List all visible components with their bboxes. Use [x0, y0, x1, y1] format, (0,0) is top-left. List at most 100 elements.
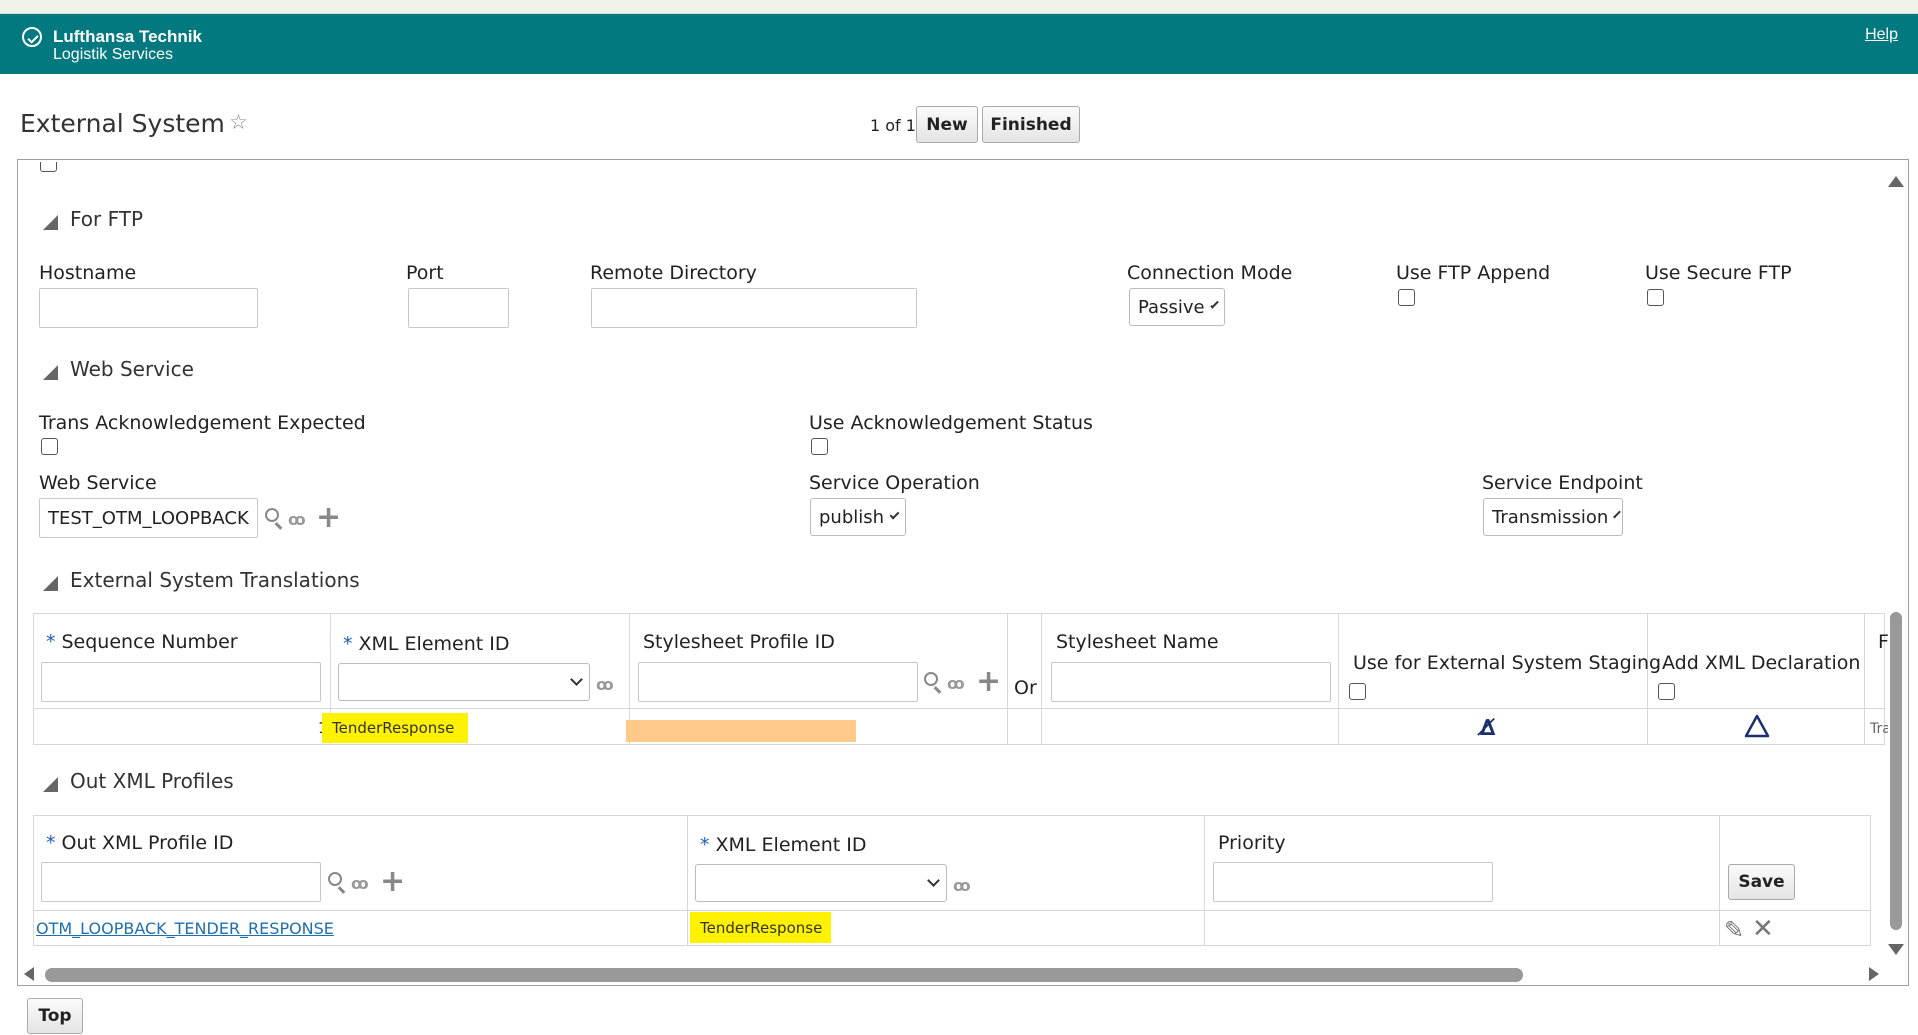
out-xml-profile-id-field[interactable]: [41, 862, 321, 902]
scroll-up-arrow-icon[interactable]: [1888, 176, 1904, 187]
use-ftp-append-label: Use FTP Append: [1396, 262, 1551, 284]
crane-logo-icon: [22, 27, 42, 47]
col-header-stylesheet-name: Stylesheet Name: [1056, 631, 1219, 653]
service-endpoint-label: Service Endpoint: [1482, 472, 1643, 494]
col-header-priority: Priority: [1218, 832, 1286, 854]
finished-button[interactable]: Finished: [982, 106, 1080, 143]
add-icon[interactable]: +: [976, 667, 1001, 697]
trans-ack-checkbox[interactable]: [41, 438, 58, 455]
row-out-xml-element-id: TenderResponse: [690, 912, 831, 943]
page-title: External System: [20, 109, 225, 138]
collapse-triangle-icon: [43, 364, 58, 380]
service-operation-select[interactable]: publish: [810, 498, 906, 536]
port-field[interactable]: [408, 288, 509, 328]
collapse-triangle-icon: [43, 575, 58, 591]
stylesheet-profile-field[interactable]: [638, 662, 918, 702]
col-header-sequence-number: * Sequence Number: [46, 631, 238, 653]
connection-mode-value: Passive: [1138, 296, 1205, 318]
col-header-xml-element-id: * XML Element ID: [700, 834, 867, 856]
favorite-star-icon[interactable]: ☆: [229, 110, 248, 134]
section-title: External System Translations: [70, 568, 360, 592]
section-for-ftp[interactable]: For FTP: [43, 207, 143, 231]
section-out-xml-profiles[interactable]: Out XML Profiles: [43, 769, 234, 793]
connection-mode-label: Connection Mode: [1127, 262, 1293, 284]
row-divider: [33, 708, 1885, 709]
glasses-icon[interactable]: ꝏ: [288, 510, 306, 529]
record-pager: 1 of 1: [870, 116, 916, 135]
hostname-field[interactable]: [39, 288, 258, 328]
search-icon[interactable]: [328, 872, 342, 886]
use-for-staging-checkbox[interactable]: [1349, 683, 1366, 700]
save-button[interactable]: Save: [1728, 864, 1795, 900]
stylesheet-name-field[interactable]: [1051, 662, 1331, 702]
glasses-icon[interactable]: ꝏ: [947, 674, 965, 693]
horizontal-scrollbar-thumb[interactable]: [45, 968, 1523, 982]
delete-x-icon[interactable]: ✕: [1752, 914, 1774, 944]
col-divider: [1864, 613, 1865, 745]
sequence-number-field[interactable]: [41, 662, 321, 702]
hostname-label: Hostname: [39, 262, 137, 284]
add-icon[interactable]: +: [380, 867, 405, 897]
section-title: Web Service: [70, 357, 194, 381]
xml-element-id-select[interactable]: [338, 663, 590, 701]
brand-name: Lufthansa Technik: [53, 27, 202, 46]
remote-directory-field[interactable]: [591, 288, 917, 328]
web-service-field[interactable]: TEST_OTM_LOOPBACK: [39, 498, 258, 538]
connection-mode-select[interactable]: Passive: [1129, 288, 1225, 326]
scroll-down-arrow-icon[interactable]: [1888, 944, 1904, 955]
glasses-icon[interactable]: ꝏ: [953, 876, 971, 895]
vertical-scrollbar-thumb[interactable]: [1890, 612, 1902, 930]
col-header-use-for-staging: Use for External System Staging: [1353, 652, 1662, 674]
col-header-add-xml-declaration: Add XML Declaration: [1662, 652, 1861, 674]
service-endpoint-select[interactable]: Transmission: [1483, 498, 1623, 536]
col-divider: [1647, 613, 1648, 745]
section-title: Out XML Profiles: [70, 769, 234, 793]
top-button[interactable]: Top: [27, 998, 83, 1034]
add-icon[interactable]: +: [316, 503, 341, 533]
col-divider: [1338, 613, 1339, 745]
use-ack-status-label: Use Acknowledgement Status: [809, 412, 1093, 434]
out-xml-element-id-select[interactable]: [695, 864, 947, 902]
col-header-xml-element-id: * XML Element ID: [343, 633, 510, 655]
help-link[interactable]: Help: [1865, 26, 1898, 44]
chevron-down-icon: [1209, 300, 1219, 309]
partial-checkbox[interactable]: [40, 162, 57, 172]
row-xml-element-id: TenderResponse: [322, 713, 468, 743]
staging-unchecked-icon: ∆̸: [1480, 716, 1496, 741]
new-button[interactable]: New: [916, 106, 978, 143]
search-icon[interactable]: [924, 672, 938, 686]
search-icon[interactable]: [265, 508, 279, 522]
remote-directory-label: Remote Directory: [590, 262, 757, 284]
out-xml-profile-link[interactable]: OTM_LOOPBACK_TENDER_RESPONSE: [36, 919, 334, 938]
chevron-down-icon: [570, 673, 583, 686]
section-web-service[interactable]: Web Service: [43, 357, 194, 381]
priority-field[interactable]: [1213, 862, 1493, 902]
col-divider: [1007, 613, 1008, 745]
scroll-left-arrow-icon[interactable]: [24, 967, 34, 981]
use-secure-ftp-checkbox[interactable]: [1647, 289, 1664, 306]
port-label: Port: [406, 262, 444, 284]
collapse-triangle-icon: [43, 214, 58, 230]
use-secure-ftp-label: Use Secure FTP: [1645, 262, 1792, 284]
service-operation-label: Service Operation: [809, 472, 980, 494]
section-external-system-translations[interactable]: External System Translations: [43, 568, 360, 592]
add-xml-declaration-checkbox[interactable]: [1658, 683, 1675, 700]
row-truncated-cell: Tra: [1870, 721, 1888, 737]
scroll-right-arrow-icon[interactable]: [1869, 967, 1879, 981]
chevron-down-icon: [927, 874, 940, 887]
col-divider: [1719, 815, 1720, 946]
browser-top-strip: [0, 0, 1918, 14]
or-label: Or: [1014, 677, 1037, 699]
trans-ack-label: Trans Acknowledgement Expected: [39, 412, 366, 434]
chevron-down-icon: [889, 509, 900, 520]
col-divider: [1041, 613, 1042, 745]
row-divider: [33, 910, 1871, 911]
col-header-stylesheet-profile-id: Stylesheet Profile ID: [643, 631, 835, 653]
redacted-stylesheet-profile: [626, 720, 856, 742]
glasses-icon[interactable]: ꝏ: [596, 675, 614, 694]
use-ack-status-checkbox[interactable]: [811, 438, 828, 455]
col-header-out-xml-profile-id: * Out XML Profile ID: [46, 832, 234, 854]
use-ftp-append-checkbox[interactable]: [1398, 289, 1415, 306]
glasses-icon[interactable]: ꝏ: [351, 874, 369, 893]
edit-pencil-icon[interactable]: ✎: [1724, 916, 1744, 944]
